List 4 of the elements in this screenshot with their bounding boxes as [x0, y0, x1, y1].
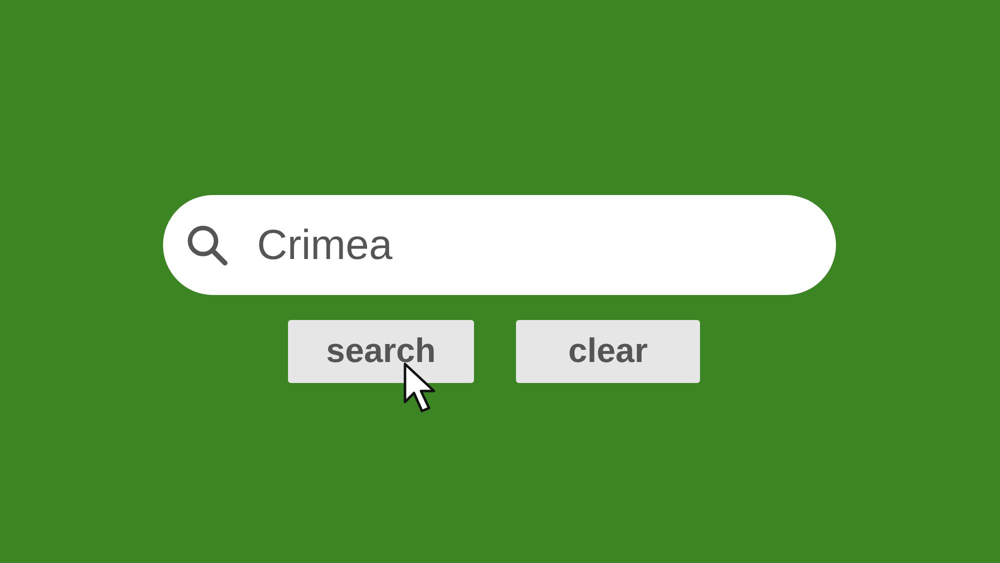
search-icon [185, 223, 229, 267]
search-text: Crimea [257, 221, 392, 269]
clear-button[interactable]: clear [516, 320, 700, 383]
search-field[interactable]: Crimea [163, 195, 836, 295]
